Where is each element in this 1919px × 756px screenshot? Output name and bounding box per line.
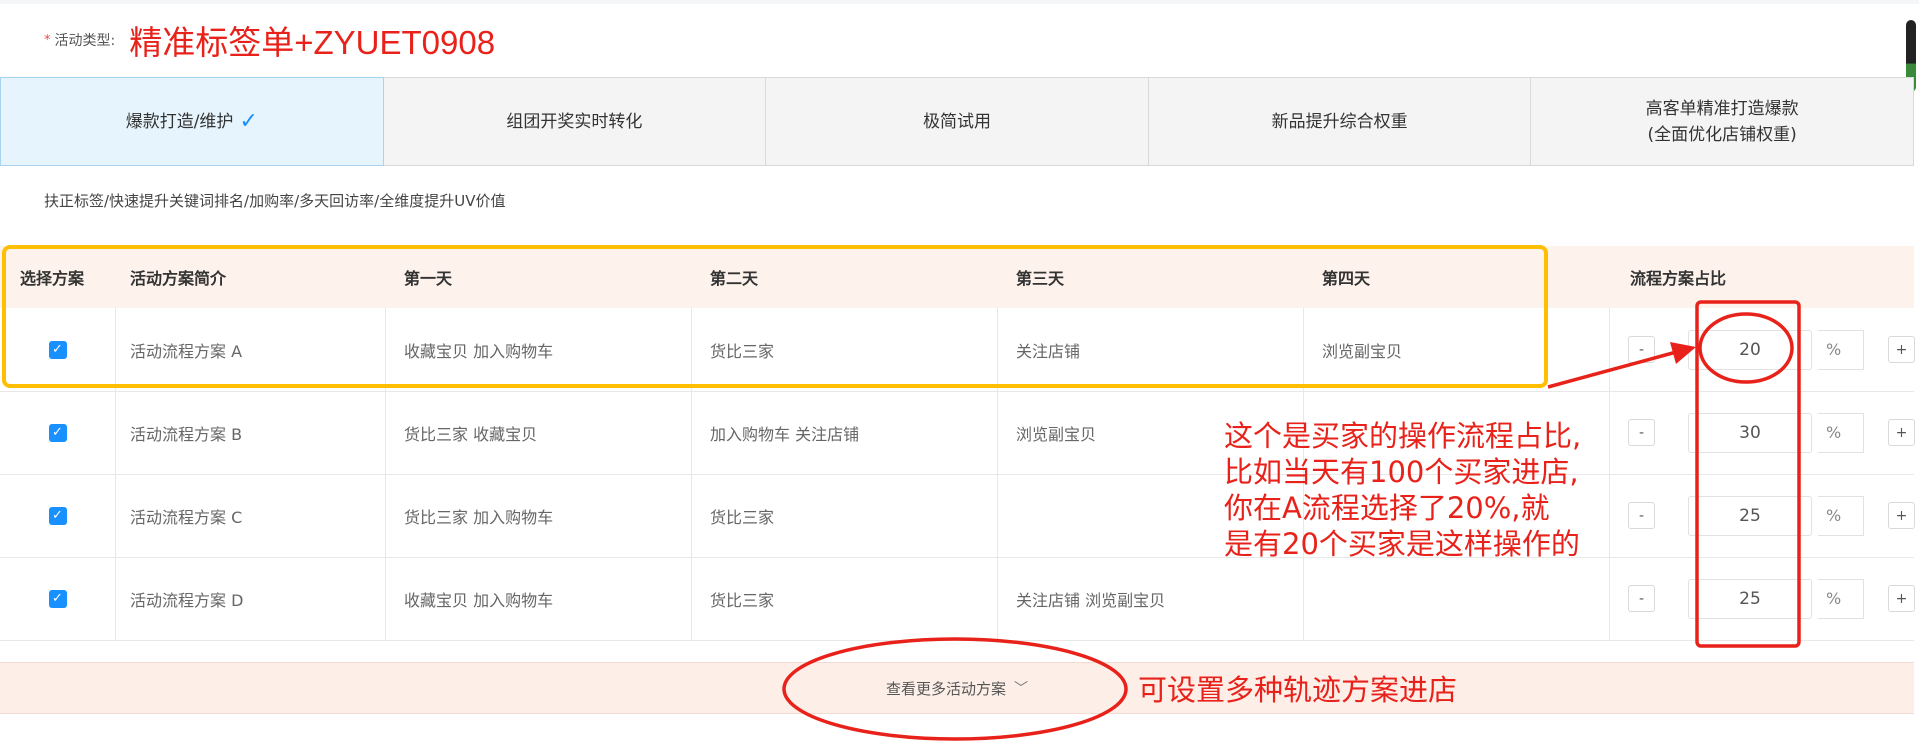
plus-button[interactable]: + bbox=[1888, 336, 1915, 363]
ratio-cell: - 30 % + bbox=[1610, 391, 1915, 474]
plan-day1: 货比三家 加入购物车 bbox=[386, 474, 692, 557]
tab-label: 高客单精准打造爆款 bbox=[1645, 98, 1799, 119]
table-row: ✓ 活动流程方案 D 收藏宝贝 加入购物车 货比三家 关注店铺 浏览副宝贝 - … bbox=[0, 557, 1915, 641]
header-ratio: 流程方案占比 bbox=[1630, 269, 1727, 288]
plan-day2: 货比三家 bbox=[692, 474, 998, 557]
tab-sublabel: (全面优化店铺权重) bbox=[1647, 124, 1797, 145]
top-strip bbox=[0, 0, 1919, 4]
plan-day3: 关注店铺 浏览副宝贝 bbox=[998, 557, 1304, 640]
ratio-input[interactable]: 30 bbox=[1688, 412, 1812, 453]
activity-tabs: 爆款打造/维护 ✓ 组团开奖实时转化 极简试用 新品提升综合权重 高客单精准打造… bbox=[0, 77, 1914, 166]
header-day2: 第二天 bbox=[710, 269, 759, 288]
table-row: ✓ 活动流程方案 B 货比三家 收藏宝贝 加入购物车 关注店铺 浏览副宝贝 - … bbox=[0, 391, 1915, 475]
ratio-annotation-line: 比如当天有100个买家进店, bbox=[1224, 455, 1579, 489]
chevron-down-icon: ﹀ bbox=[1014, 681, 1028, 697]
percent-unit: % bbox=[1818, 412, 1864, 453]
minus-button[interactable]: - bbox=[1628, 502, 1655, 529]
ratio-cell: - 25 % + bbox=[1610, 474, 1915, 557]
plan-day1: 货比三家 收藏宝贝 bbox=[386, 391, 692, 474]
tab-group-lottery[interactable]: 组团开奖实时转化 bbox=[383, 77, 767, 166]
more-plans-button[interactable]: 查看更多活动方案 ﹀ bbox=[0, 662, 1914, 714]
minus-button[interactable]: - bbox=[1628, 336, 1655, 363]
header-select: 选择方案 bbox=[20, 269, 85, 288]
activity-type-row: * 活动类型: 精准标签单+ZYUET0908 bbox=[44, 18, 495, 62]
plan-day1: 收藏宝贝 加入购物车 bbox=[386, 557, 692, 640]
percent-unit: % bbox=[1818, 329, 1864, 370]
tab-new-product[interactable]: 新品提升综合权重 bbox=[1148, 77, 1532, 166]
plan-checkbox[interactable]: ✓ bbox=[48, 423, 67, 442]
tab-label: 爆款打造/维护 bbox=[125, 111, 234, 132]
ratio-annotation-line: 是有20个买家是这样操作的 bbox=[1224, 527, 1580, 561]
ratio-annotation-line: 你在A流程选择了20%,就 bbox=[1224, 491, 1550, 525]
plan-name: 活动流程方案 C bbox=[116, 474, 386, 557]
minus-button[interactable]: - bbox=[1628, 585, 1655, 612]
plan-day3: 关注店铺 bbox=[998, 308, 1304, 391]
ratio-annotation: 这个是买家的操作流程占比, 比如当天有100个买家进店, 你在A流程选择了20%… bbox=[1224, 418, 1581, 562]
plan-name: 活动流程方案 A bbox=[116, 308, 386, 391]
ratio-input[interactable]: 25 bbox=[1688, 578, 1812, 619]
more-plans-label: 查看更多活动方案 bbox=[885, 679, 1006, 698]
plan-checkbox[interactable]: ✓ bbox=[48, 340, 67, 359]
minus-button[interactable]: - bbox=[1628, 419, 1655, 446]
more-annotation: 可设置多种轨迹方案进店 bbox=[1138, 673, 1458, 707]
percent-unit: % bbox=[1818, 578, 1864, 619]
ratio-cell: - 20 % + bbox=[1610, 308, 1915, 391]
tab-label: 组团开奖实时转化 bbox=[506, 111, 643, 132]
header-day4: 第四天 bbox=[1322, 269, 1371, 288]
tab-label: 新品提升综合权重 bbox=[1271, 111, 1408, 132]
tab-explosive[interactable]: 爆款打造/维护 ✓ bbox=[0, 77, 384, 166]
table-row: ✓ 活动流程方案 A 收藏宝贝 加入购物车 货比三家 关注店铺 浏览副宝贝 - … bbox=[0, 308, 1915, 392]
activity-type-label: 活动类型: bbox=[54, 33, 116, 49]
header-day1: 第一天 bbox=[404, 269, 453, 288]
tab-high-price[interactable]: 高客单精准打造爆款 (全面优化店铺权重) bbox=[1531, 77, 1914, 166]
plan-checkbox[interactable]: ✓ bbox=[48, 506, 67, 525]
plan-day1: 收藏宝贝 加入购物车 bbox=[386, 308, 692, 391]
check-icon: ✓ bbox=[239, 108, 258, 134]
header-day3: 第三天 bbox=[1016, 269, 1065, 288]
ratio-annotation-line: 这个是买家的操作流程占比, bbox=[1224, 419, 1582, 453]
required-mark: * bbox=[44, 32, 51, 48]
plan-day2: 货比三家 bbox=[692, 308, 998, 391]
ratio-input[interactable]: 25 bbox=[1688, 495, 1812, 536]
plan-name: 活动流程方案 B bbox=[116, 391, 386, 474]
plus-button[interactable]: + bbox=[1888, 585, 1915, 612]
plan-name: 活动流程方案 D bbox=[116, 557, 386, 640]
plan-day2: 加入购物车 关注店铺 bbox=[692, 391, 998, 474]
tab-simple-trial[interactable]: 极简试用 bbox=[766, 77, 1149, 166]
plan-checkbox[interactable]: ✓ bbox=[48, 589, 67, 608]
activity-type-value: 精准标签单+ZYUET0908 bbox=[129, 24, 496, 61]
ratio-input[interactable]: 20 bbox=[1688, 329, 1812, 370]
ratio-cell: - 25 % + bbox=[1610, 557, 1915, 640]
percent-unit: % bbox=[1818, 495, 1864, 536]
tab-label: 极简试用 bbox=[922, 111, 991, 132]
plus-button[interactable]: + bbox=[1888, 419, 1915, 446]
plus-button[interactable]: + bbox=[1888, 502, 1915, 529]
plan-day2: 货比三家 bbox=[692, 557, 998, 640]
plan-day4: 浏览副宝贝 bbox=[1304, 308, 1610, 391]
table-header: 选择方案 活动方案简介 第一天 第二天 第三天 第四天 流程方案占比 bbox=[0, 246, 1914, 308]
table-row: ✓ 活动流程方案 C 货比三家 加入购物车 货比三家 - 25 % + bbox=[0, 474, 1915, 558]
plan-day4 bbox=[1304, 557, 1610, 640]
header-plan-intro: 活动方案简介 bbox=[130, 269, 227, 288]
tab-description: 扶正标签/快速提升关键词排名/加购率/多天回访率/全维度提升UV价值 bbox=[44, 192, 506, 210]
